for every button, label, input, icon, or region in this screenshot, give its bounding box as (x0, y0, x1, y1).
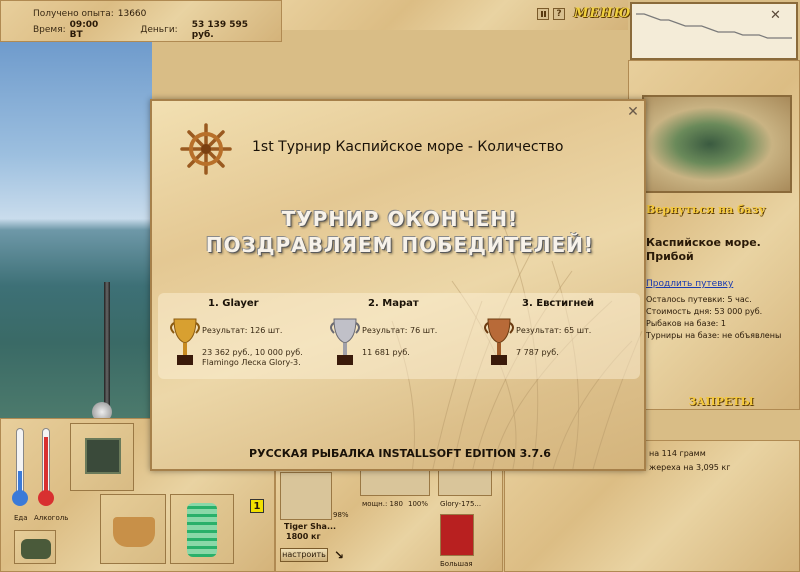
money-label: Деньги: (140, 25, 178, 35)
location-map-thumbnail[interactable] (642, 95, 792, 193)
tournament-over-banner: ТУРНИР ОКОНЧЕН! (281, 207, 519, 231)
winner-prize-extra: Flamingo Леска Glory-3. (202, 358, 301, 367)
back-to-base-button[interactable]: Вернуться на базу (642, 197, 798, 223)
reel-percent: 100% (408, 500, 429, 508)
cursor-arrow-icon: ↘ (334, 548, 345, 562)
experience-value: 13660 (117, 9, 147, 19)
congratulations-banner: ПОЗДРАВЛЯЕМ ПОБЕДИТЕЛЕЙ! (205, 233, 595, 257)
tackle-box-icon (85, 438, 121, 474)
fishing-reel (92, 402, 112, 418)
winner-name: 1. Glayer (208, 298, 259, 309)
location-name-line1: Каспийское море. (646, 236, 761, 249)
keepnet-slot[interactable] (170, 494, 234, 564)
rod-name: Tiger Sha... (284, 522, 337, 531)
winner-result: Результат: 65 шт. (516, 326, 592, 335)
base-info-item: Турниры на базе: не объявлены (646, 331, 782, 340)
rod-slot[interactable] (280, 472, 332, 520)
pause-icon[interactable] (537, 8, 549, 20)
reel-slot[interactable] (360, 470, 430, 496)
close-icon[interactable]: ✕ (770, 8, 781, 23)
reel-label: мощн.: 180 (362, 500, 403, 508)
winner-name: 2. Марат (368, 298, 419, 309)
winner-prize: 23 362 руб., 10 000 руб. (202, 348, 303, 357)
winners-list: 1. Glayer Результат: 126 шт. 23 362 руб.… (158, 293, 640, 379)
setup-button[interactable]: настроить (280, 548, 328, 562)
winner-result: Результат: 126 шт. (202, 326, 283, 335)
money-value: 53 139 595 руб. (191, 20, 249, 40)
bag-slot[interactable] (14, 530, 56, 564)
keepnet-icon (187, 503, 217, 557)
location-name-line2: Прибой (646, 250, 694, 263)
tournament-results-dialog: ✕ 1st Турнир Каспийское море - Количеств… (150, 99, 646, 471)
line-name: Glory-175... (440, 500, 482, 508)
rod-weight: 1800 кг (286, 532, 321, 541)
winner-prize: 7 787 руб. (516, 348, 559, 357)
picnic-basket-slot[interactable] (100, 494, 166, 564)
record-item: на 114 грамм (649, 449, 706, 458)
dialog-close-button[interactable]: ✕ (626, 105, 640, 120)
depth-profile-line (636, 13, 792, 39)
slot-number-badge: 1 (250, 499, 264, 513)
base-info-item: Рыбаков на базе: 1 (646, 319, 726, 328)
record-item: жереха на 3,095 кг (649, 463, 731, 472)
bait-slot[interactable] (440, 514, 474, 556)
base-info-item: Осталось путевки: 5 час. (646, 295, 752, 304)
bait-label: Большая (440, 560, 473, 568)
fishing-scene[interactable] (0, 42, 152, 418)
bronze-cup-icon (484, 318, 514, 365)
winner-3: 3. Евстигней Результат: 65 шт. 7 787 руб… (478, 293, 638, 379)
bag-icon (21, 539, 51, 559)
winner-result: Результат: 76 шт. (362, 326, 438, 335)
tackle-box-slot[interactable] (70, 423, 134, 491)
food-label: Еда (14, 514, 28, 522)
winner-2: 2. Марат Результат: 76 шт. 11 681 руб. (324, 293, 484, 379)
time-value: 09:00 ВТ (69, 20, 99, 40)
gold-cup-icon (170, 318, 200, 365)
help-icon[interactable]: ? (553, 8, 565, 20)
winner-1: 1. Glayer Результат: 126 шт. 23 362 руб.… (164, 293, 324, 379)
location-name: Каспийское море. Прибой (646, 236, 796, 264)
experience-label: Получено опыта: (33, 9, 114, 19)
line-percent: 98% (333, 511, 349, 519)
dialog-title: 1st Турнир Каспийское море - Количество (252, 139, 564, 155)
player-stats-panel: Получено опыта: 13660 Время: 09:00 ВТ Де… (0, 0, 282, 42)
line-slot[interactable] (438, 470, 492, 496)
winner-prize: 11 681 руб. (362, 348, 410, 357)
silver-cup-icon (330, 318, 360, 365)
winner-name: 3. Евстигней (522, 298, 595, 309)
time-money-row: Время: 09:00 ВТ Деньги: 53 139 595 руб. (9, 20, 273, 40)
edition-footer: РУССКАЯ РЫБАЛКА INSTALLSOFT EDITION 3.7.… (249, 447, 551, 460)
picnic-basket-icon (113, 517, 155, 547)
food-gauge (12, 428, 28, 506)
bans-button[interactable]: ЗАПРЕТЫ (644, 390, 798, 414)
alcohol-gauge (38, 428, 54, 506)
base-info-item: Стоимость дня: 53 000 руб. (646, 307, 763, 316)
extend-permit-link[interactable]: Продлить путевку (646, 279, 733, 289)
fishing-rod[interactable] (104, 282, 110, 418)
menu-button[interactable]: МЕНЮ (574, 6, 631, 21)
base-info-list: Осталось путевки: 5 час. Стоимость дня: … (646, 294, 781, 342)
time-label: Время: (33, 25, 66, 35)
alcohol-label: Алкоголь (34, 514, 69, 522)
ships-wheel-icon (180, 123, 232, 175)
